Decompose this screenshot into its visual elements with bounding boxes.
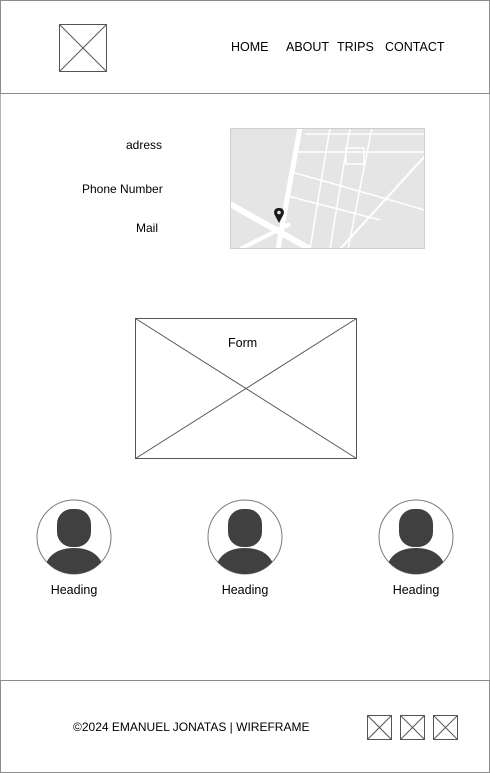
form-label: Form <box>228 336 258 350</box>
user-avatar-icon <box>36 499 112 575</box>
nav-about-link[interactable]: ABOUT <box>286 40 329 54</box>
user-avatar-icon <box>207 499 283 575</box>
social-placeholder-icon[interactable] <box>400 715 425 740</box>
nav-trips-link[interactable]: TRIPS <box>337 40 374 54</box>
nav-home-link[interactable]: HOME <box>231 40 269 54</box>
logo-placeholder-icon[interactable] <box>59 24 107 72</box>
footer-copyright: ©2024 EMANUEL JONATAS | WIREFRAME <box>73 720 310 734</box>
user-avatar-icon <box>378 499 454 575</box>
team-heading: Heading <box>221 583 269 597</box>
social-placeholder-icon[interactable] <box>367 715 392 740</box>
team-heading: Heading <box>392 583 440 597</box>
location-map[interactable] <box>230 128 425 249</box>
social-placeholder-icon[interactable] <box>433 715 458 740</box>
nav-contact-link[interactable]: CONTACT <box>385 40 445 54</box>
phone-number-label: Phone Number <box>82 182 163 196</box>
address-label: adress <box>126 138 163 152</box>
team-heading: Heading <box>50 583 98 597</box>
mail-label: Mail <box>136 221 159 235</box>
site-footer: ©2024 EMANUEL JONATAS | WIREFRAME <box>0 680 490 773</box>
site-header: HOME ABOUT TRIPS CONTACT <box>0 0 490 94</box>
